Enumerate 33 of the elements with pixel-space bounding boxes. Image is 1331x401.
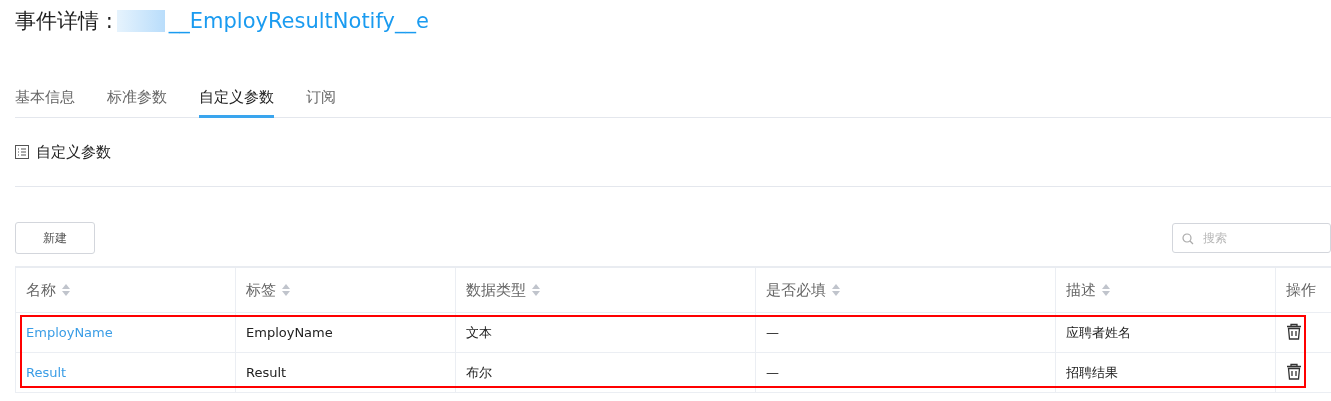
sort-icon[interactable]: [1102, 284, 1110, 296]
table-cell: EmployName: [246, 325, 333, 340]
tab[interactable]: 自定义参数: [199, 76, 274, 118]
column-header: 操作: [1286, 280, 1316, 299]
search-field[interactable]: 搜索: [1172, 223, 1331, 253]
table-cell: Result: [246, 365, 287, 380]
column-header: 标签: [246, 280, 276, 299]
search-icon: [1182, 233, 1194, 245]
tab[interactable]: 订阅: [306, 76, 336, 118]
table-cell: 应聘者姓名: [1066, 324, 1131, 340]
sort-icon[interactable]: [62, 284, 70, 296]
sort-icon[interactable]: [282, 284, 290, 296]
tab[interactable]: 基本信息: [15, 76, 75, 118]
table-cell: —: [766, 325, 779, 340]
table-cell: 招聘结果: [1066, 364, 1118, 380]
delete-icon[interactable]: [1286, 322, 1302, 340]
list-icon: [15, 145, 29, 159]
table-cell: —: [766, 365, 779, 380]
new-button[interactable]: 新建: [15, 222, 95, 254]
table-cell: 文本: [466, 324, 492, 340]
tab[interactable]: 标准参数: [107, 76, 167, 118]
section-title: 自定义参数: [36, 142, 111, 162]
sort-icon[interactable]: [532, 284, 540, 296]
column-header: 是否必填: [766, 280, 826, 299]
page-title: 事件详情 :: [15, 8, 113, 35]
column-header: 名称: [26, 280, 56, 299]
sort-icon[interactable]: [832, 284, 840, 296]
event-name: __EmployResultNotify__e: [168, 9, 429, 33]
redaction-mark: [116, 10, 165, 32]
column-header: 描述: [1066, 280, 1096, 299]
delete-icon[interactable]: [1286, 362, 1302, 380]
table-cell: 布尔: [466, 364, 492, 380]
column-header: 数据类型: [466, 280, 526, 299]
